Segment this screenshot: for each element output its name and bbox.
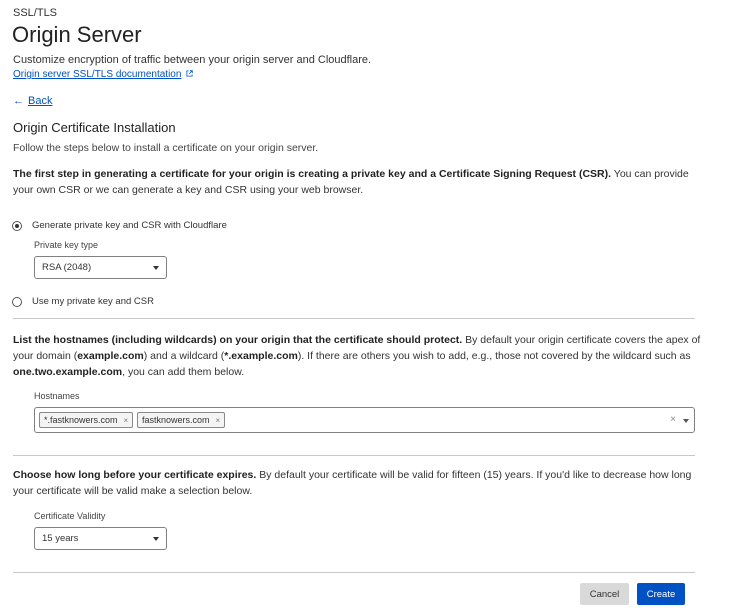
create-button[interactable]: Create	[637, 583, 685, 605]
certificate-validity-select[interactable]: 15 years	[34, 527, 167, 550]
page-subtitle: Customize encryption of traffic between …	[13, 54, 372, 66]
certificate-validity-label: Certificate Validity	[34, 511, 106, 521]
step2-bold: List the hostnames (including wildcards)…	[13, 334, 463, 346]
hostnames-label: Hostnames	[34, 391, 80, 401]
radio-own-csr[interactable]: Use my private key and CSR	[12, 296, 154, 307]
breadcrumb: SSL/TLS	[13, 7, 58, 19]
radio-generate-label: Generate private key and CSR with Cloudf…	[32, 220, 227, 231]
chip-remove-icon[interactable]: ×	[216, 416, 221, 425]
step3-description: Choose how long before your certificate …	[13, 467, 703, 499]
key-type-select[interactable]: RSA (2048)	[34, 256, 167, 279]
step2-text-4: , you can add them below.	[122, 366, 245, 378]
documentation-link-row: Origin server SSL/TLS documentation	[13, 69, 194, 80]
back-label: Back	[28, 95, 53, 107]
page-title: Origin Server	[12, 22, 142, 47]
step2-apex-example: example.com	[77, 350, 144, 362]
divider	[13, 455, 695, 456]
radio-generate-indicator[interactable]	[12, 220, 22, 231]
section-title: Origin Certificate Installation	[13, 120, 176, 135]
radio-own-label: Use my private key and CSR	[32, 296, 154, 307]
hostname-chip-label: fastknowers.com	[142, 415, 210, 425]
divider	[13, 318, 695, 319]
divider	[13, 572, 695, 573]
step1-description: The first step in generating a certifica…	[13, 166, 703, 198]
step2-subdomain-example: one.two.example.com	[13, 366, 123, 378]
step2-description: List the hostnames (including wildcards)…	[13, 332, 703, 380]
chevron-down-icon	[153, 265, 159, 270]
step2-wildcard-example: *.example.com	[224, 350, 298, 362]
back-link[interactable]: ← Back	[13, 95, 52, 107]
cancel-button[interactable]: Cancel	[580, 583, 629, 605]
step2-text-3: ). If there are others you wish to add, …	[297, 350, 691, 362]
hostname-chip-label: *.fastknowers.com	[44, 415, 118, 425]
radio-own-indicator[interactable]	[12, 296, 22, 307]
documentation-link[interactable]: Origin server SSL/TLS documentation	[13, 69, 181, 80]
step1-bold: The first step in generating a certifica…	[13, 168, 612, 180]
hostname-chip: *.fastknowers.com ×	[39, 412, 134, 428]
step3-bold: Choose how long before your certificate …	[13, 469, 257, 481]
key-type-value: RSA (2048)	[42, 262, 92, 273]
certificate-validity-value: 15 years	[42, 533, 79, 544]
radio-generate-csr[interactable]: Generate private key and CSR with Cloudf…	[12, 220, 227, 231]
section-instructions: Follow the steps below to install a cert…	[13, 142, 319, 154]
chevron-down-icon[interactable]	[683, 419, 689, 423]
chevron-down-icon	[153, 536, 159, 541]
external-link-icon	[186, 70, 194, 77]
arrow-left-icon: ←	[13, 95, 24, 107]
hostnames-input[interactable]: *.fastknowers.com × fastknowers.com × ×	[34, 407, 695, 433]
key-type-label: Private key type	[34, 240, 99, 250]
chip-remove-icon[interactable]: ×	[124, 416, 129, 425]
step2-text-2: ) and a wildcard (	[143, 350, 225, 362]
clear-icon[interactable]: ×	[670, 414, 676, 425]
hostname-chip: fastknowers.com ×	[137, 412, 226, 428]
